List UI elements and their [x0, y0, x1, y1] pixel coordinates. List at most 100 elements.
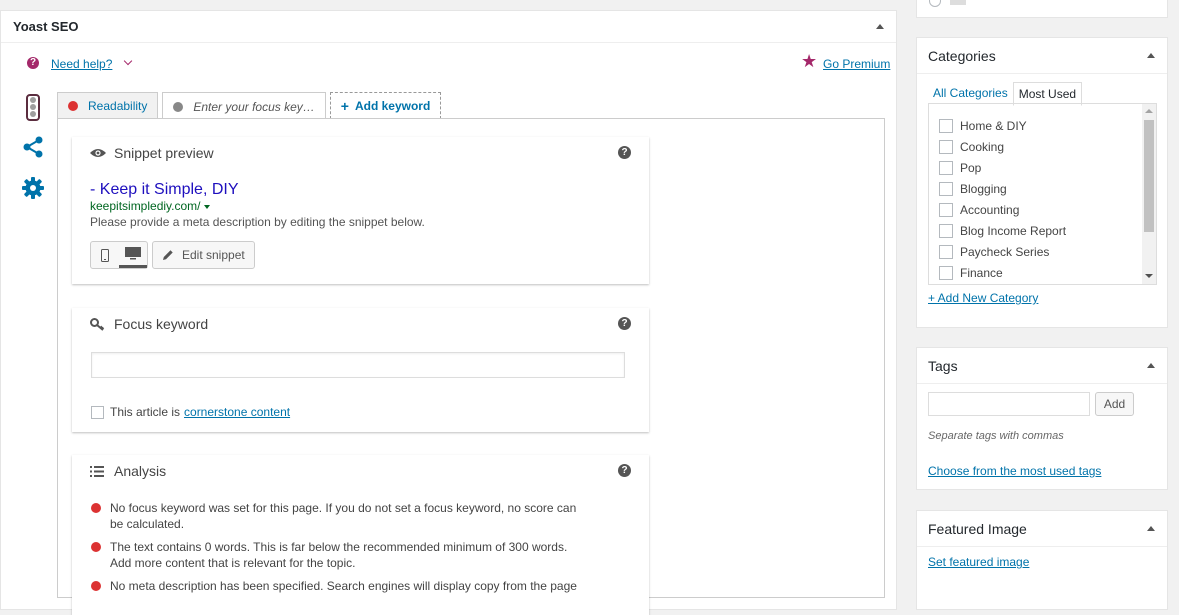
- tag-input[interactable]: [928, 392, 1090, 416]
- tab-readability[interactable]: Readability: [57, 92, 159, 119]
- device-toggle: [90, 241, 148, 269]
- tab-readability-label: Readability: [88, 99, 148, 113]
- tab-focus-label: Enter your focus key…: [193, 99, 315, 114]
- scroll-thumb[interactable]: [1144, 120, 1154, 232]
- desktop-icon: [125, 247, 141, 260]
- category-checkbox[interactable]: [939, 265, 953, 280]
- category-label: Finance: [960, 265, 1003, 280]
- pencil-icon: [163, 250, 173, 260]
- snippet-url[interactable]: keepitsimplediy.com/: [90, 199, 211, 213]
- cornerstone-checkbox[interactable]: [91, 405, 104, 419]
- tab-focus-keyword[interactable]: Enter your focus key…: [162, 92, 326, 120]
- collapse-arrow-icon[interactable]: [1147, 363, 1155, 368]
- collapse-arrow-icon[interactable]: [1147, 53, 1155, 58]
- category-checkbox[interactable]: [939, 223, 953, 238]
- yoast-tabs: Readability Enter your focus key… + Add …: [57, 92, 445, 120]
- status-dot-gray: [173, 101, 184, 112]
- focus-keyword-header[interactable]: Focus keyword: [90, 316, 208, 332]
- category-checkbox[interactable]: [939, 139, 953, 154]
- analysis-title: Analysis: [114, 463, 167, 479]
- scroll-up-icon[interactable]: [1145, 109, 1153, 113]
- category-item[interactable]: Paycheck Series: [939, 241, 1156, 262]
- category-checkbox[interactable]: [939, 244, 953, 259]
- choose-tags-link[interactable]: Choose from the most used tags: [928, 464, 1101, 478]
- collapse-arrow-icon[interactable]: [876, 24, 884, 29]
- focus-keyword-card: Focus keyword ? This article is cornerst…: [72, 308, 649, 432]
- category-label: Accounting: [960, 202, 1020, 217]
- analysis-list: No focus keyword was set for this page. …: [90, 500, 590, 601]
- yoast-panel-header[interactable]: Yoast SEO: [1, 11, 896, 43]
- analysis-item: The text contains 0 words. This is far b…: [90, 539, 590, 571]
- category-item[interactable]: Blog Income Report: [939, 220, 1156, 241]
- category-item[interactable]: Accounting: [939, 199, 1156, 220]
- category-label: Blogging: [960, 181, 1007, 196]
- categories-box: Categories All Categories Most Used Home…: [916, 37, 1168, 328]
- radio-stub[interactable]: [929, 0, 941, 7]
- eye-icon: [90, 148, 108, 158]
- tags-title: Tags: [928, 357, 958, 374]
- category-checkbox[interactable]: [939, 118, 953, 133]
- panel-title: Yoast SEO: [13, 19, 79, 34]
- edit-snippet-button[interactable]: Edit snippet: [152, 241, 255, 269]
- category-checkbox[interactable]: [939, 202, 953, 217]
- category-item[interactable]: Pop: [939, 157, 1156, 178]
- plus-icon: +: [340, 97, 349, 114]
- focus-keyword-input[interactable]: [91, 352, 625, 378]
- analysis-item: No focus keyword was set for this page. …: [90, 500, 590, 532]
- publish-box-stub: [916, 0, 1168, 18]
- snippet-preview-title: Snippet preview: [114, 145, 214, 161]
- key-icon: [90, 317, 108, 331]
- add-new-category-link[interactable]: + Add New Category: [928, 291, 1038, 305]
- add-keyword-button[interactable]: + Add keyword: [329, 92, 442, 119]
- category-item[interactable]: Blogging: [939, 178, 1156, 199]
- status-dot-red: [68, 101, 78, 111]
- category-item[interactable]: Home & DIY: [939, 115, 1156, 136]
- category-checkbox[interactable]: [939, 160, 953, 175]
- mobile-preview-button[interactable]: [91, 242, 119, 268]
- set-featured-image-link[interactable]: Set featured image: [928, 555, 1029, 569]
- tag-hint: Separate tags with commas: [928, 430, 1064, 442]
- category-item[interactable]: Cooking: [939, 136, 1156, 157]
- gear-icon[interactable]: [22, 177, 44, 199]
- category-label: Paycheck Series: [960, 244, 1050, 259]
- tags-box: Tags Add Separate tags with commas Choos…: [916, 347, 1168, 490]
- scroll-down-icon[interactable]: [1145, 274, 1153, 278]
- snippet-description[interactable]: Please provide a meta description by edi…: [90, 215, 425, 229]
- add-keyword-label: Add keyword: [354, 98, 431, 113]
- featured-image-box: Featured Image Set featured image: [916, 510, 1168, 610]
- analysis-header[interactable]: Analysis: [90, 463, 166, 479]
- help-row: ? Need help? ★ Go Premium: [1, 51, 898, 78]
- category-label: Pop: [960, 160, 982, 175]
- category-item[interactable]: Finance: [939, 262, 1156, 283]
- chevron-down-icon[interactable]: [123, 56, 133, 66]
- need-help-link[interactable]: Need help?: [51, 57, 112, 71]
- share-icon[interactable]: [22, 136, 44, 158]
- mobile-icon: [101, 248, 109, 262]
- category-label: Home & DIY: [960, 118, 1027, 133]
- desktop-preview-button[interactable]: [119, 242, 147, 268]
- traffic-light-icon[interactable]: [26, 94, 40, 121]
- star-icon: ★: [801, 51, 818, 71]
- snippet-title[interactable]: - Keep it Simple, DIY: [90, 181, 239, 199]
- categories-title: Categories: [928, 47, 996, 64]
- cornerstone-link[interactable]: cornerstone content: [184, 405, 290, 419]
- collapse-arrow-icon[interactable]: [1147, 526, 1155, 531]
- cornerstone-label: This article is: [110, 405, 181, 419]
- help-question-icon[interactable]: ?: [618, 146, 631, 159]
- help-question-icon[interactable]: ?: [618, 317, 631, 330]
- tags-header[interactable]: Tags: [917, 348, 1167, 384]
- stub-button[interactable]: [950, 0, 966, 5]
- featured-image-title: Featured Image: [928, 520, 1027, 537]
- help-question-icon[interactable]: ?: [618, 464, 631, 477]
- snippet-preview-header[interactable]: Snippet preview: [90, 145, 214, 161]
- go-premium-link[interactable]: Go Premium: [823, 57, 890, 71]
- question-icon[interactable]: ?: [27, 57, 39, 69]
- category-checkbox[interactable]: [939, 181, 953, 196]
- analysis-card: Analysis ? No focus keyword was set for …: [72, 455, 649, 615]
- category-scrollbar[interactable]: [1142, 104, 1156, 284]
- caret-down-icon: [204, 204, 211, 209]
- categories-header[interactable]: Categories: [917, 38, 1167, 74]
- featured-image-header[interactable]: Featured Image: [917, 511, 1167, 547]
- add-tag-button[interactable]: Add: [1095, 392, 1134, 416]
- focus-keyword-title: Focus keyword: [114, 316, 209, 332]
